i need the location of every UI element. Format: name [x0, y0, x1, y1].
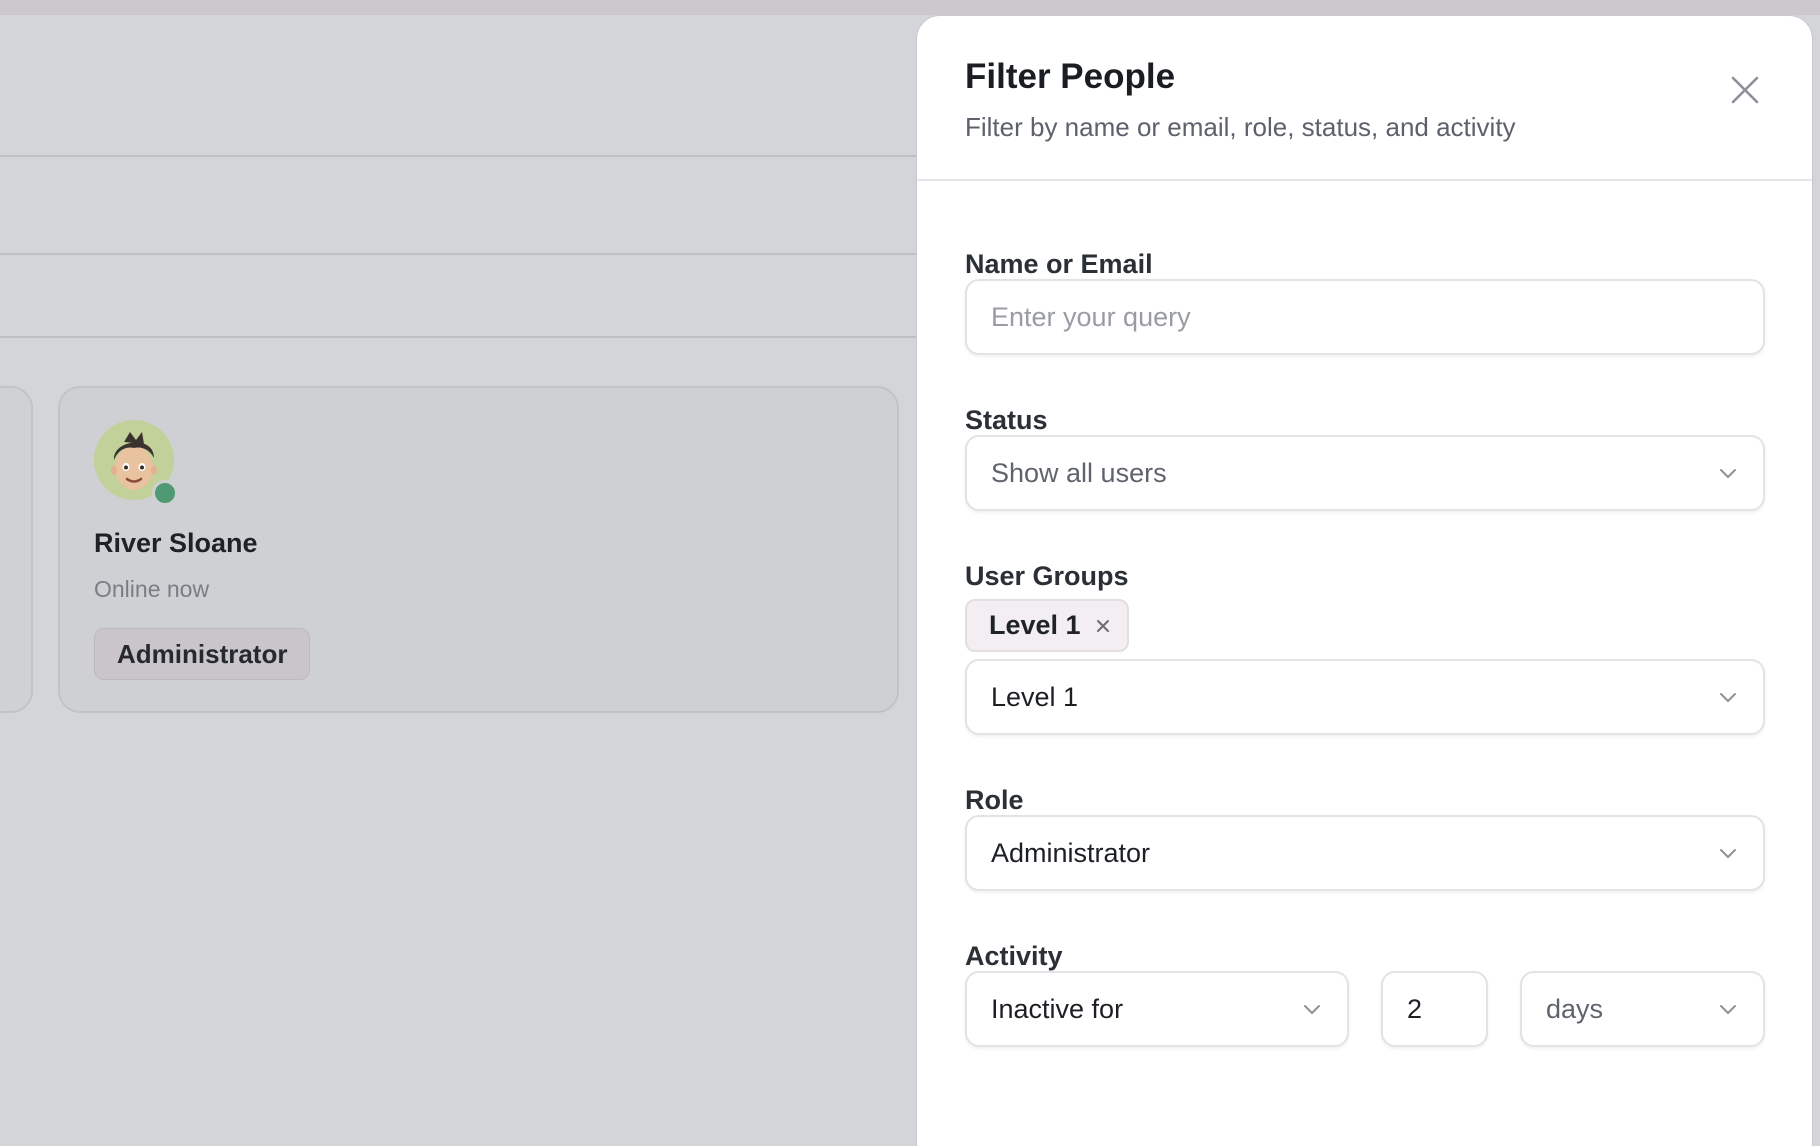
chevron-down-icon — [1720, 1005, 1736, 1014]
activity-amount-input[interactable]: 2 — [1381, 971, 1488, 1047]
role-select[interactable]: Administrator — [965, 815, 1765, 891]
chevron-down-icon — [1720, 849, 1736, 858]
status-label: Status — [965, 405, 1048, 435]
role-select-value: Administrator — [991, 837, 1151, 868]
user-card-partial — [0, 386, 33, 713]
user-groups-select-value: Level 1 — [991, 681, 1079, 712]
activity-mode-select[interactable]: Inactive for — [965, 971, 1349, 1047]
online-status-dot — [152, 480, 178, 506]
divider — [0, 155, 920, 157]
status-select[interactable]: Show all users — [965, 435, 1765, 511]
drawer-title: Filter People — [965, 57, 1176, 96]
name-email-label: Name or Email — [965, 249, 1153, 279]
activity-mode-value: Inactive for — [991, 993, 1124, 1024]
user-groups-select[interactable]: Level 1 — [965, 659, 1765, 735]
chevron-down-icon — [1720, 693, 1736, 702]
chip-remove-icon — [1096, 619, 1109, 632]
role-badge: Administrator — [94, 628, 311, 680]
activity-label: Activity — [965, 941, 1063, 971]
status-select-value: Show all users — [991, 457, 1167, 488]
activity-amount-value: 2 — [1407, 993, 1423, 1024]
name-email-field[interactable] — [965, 279, 1765, 355]
role-label: Role — [965, 785, 1024, 815]
user-group-chip: Level 1 — [965, 599, 1129, 652]
close-button[interactable] — [1717, 62, 1773, 118]
chevron-down-icon — [1720, 469, 1736, 478]
chip-label: Level 1 — [989, 610, 1081, 640]
user-card[interactable]: River Sloane Online now Administrator — [58, 386, 899, 713]
user-status: Online now — [94, 576, 210, 602]
user-name: River Sloane — [94, 528, 258, 558]
drawer-subtitle: Filter by name or email, role, status, a… — [965, 112, 1516, 142]
close-icon — [1731, 76, 1759, 104]
chip-remove-button[interactable] — [1095, 618, 1111, 634]
drawer-header: Filter People Filter by name or email, r… — [917, 16, 1812, 181]
divider — [0, 253, 920, 255]
divider — [0, 336, 920, 338]
activity-unit-value: days — [1546, 993, 1604, 1024]
top-bar — [0, 0, 1820, 15]
activity-unit-select[interactable]: days — [1520, 971, 1765, 1047]
user-groups-label: User Groups — [965, 561, 1129, 591]
name-email-input[interactable] — [991, 301, 1739, 333]
filter-drawer: Filter People Filter by name or email, r… — [916, 15, 1813, 1146]
chevron-down-icon — [1304, 1005, 1320, 1014]
